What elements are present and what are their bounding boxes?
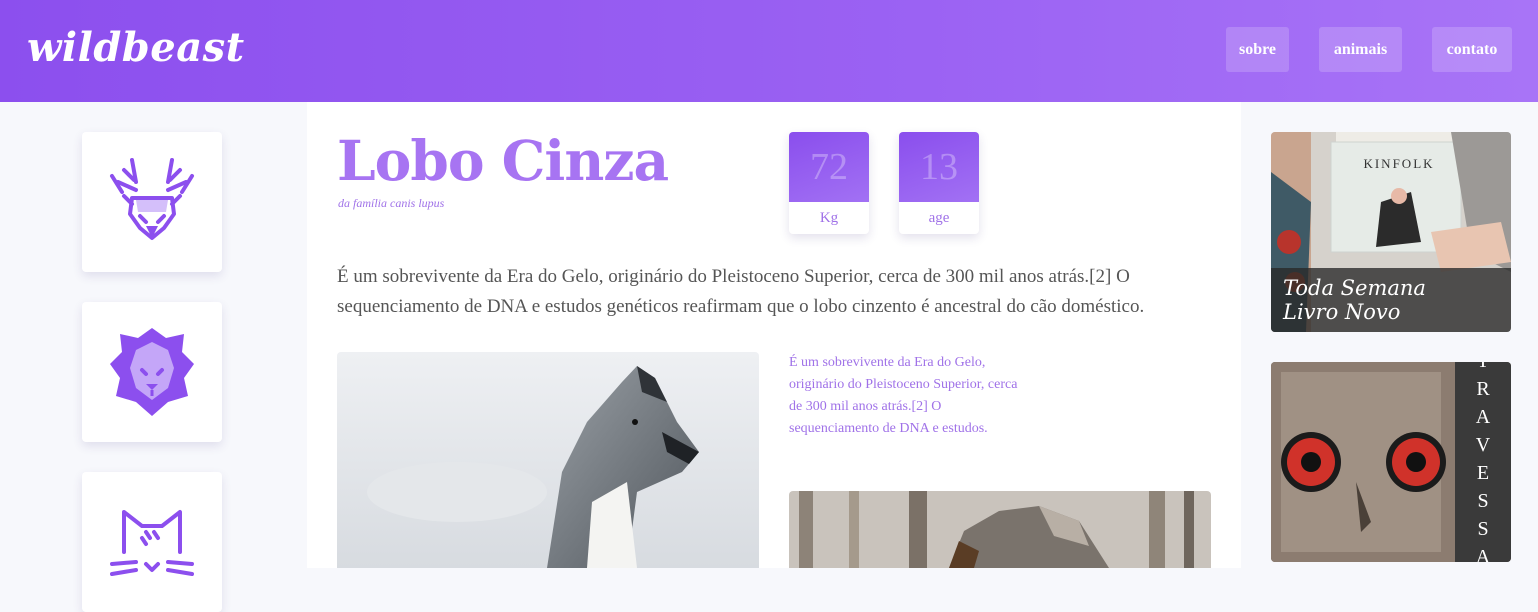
ad-caption-line1: Toda Semana xyxy=(1283,276,1426,300)
stat-weight: 72 Kg xyxy=(789,132,869,234)
ad-vertical-letters: TRAVESSA xyxy=(1472,362,1494,562)
ad-book-club[interactable]: KINFOLK Toda Semana Livro Novo xyxy=(1271,132,1511,332)
ad-brand-text: KINFOLK xyxy=(1363,156,1435,171)
stat-age: 13 age xyxy=(899,132,979,234)
ads-sidebar: KINFOLK Toda Semana Livro Novo TRAVESSA xyxy=(1241,102,1538,568)
animal-article: Lobo Cinza da família canis lupus 72 Kg … xyxy=(307,102,1241,568)
nav-contato[interactable]: contato xyxy=(1432,27,1512,72)
stat-weight-value: 72 xyxy=(789,132,869,202)
page-title: Lobo Cinza xyxy=(337,128,669,193)
wolf-forest-photo xyxy=(789,491,1211,568)
stat-age-label: age xyxy=(928,209,950,226)
wolf-howling-photo xyxy=(337,352,759,568)
animal-sidebar xyxy=(0,102,305,612)
sidebar-item-lion[interactable] xyxy=(82,302,222,442)
nav-sobre[interactable]: sobre xyxy=(1226,27,1289,72)
ad-caption-line2: Livro Novo xyxy=(1283,300,1401,324)
site-logo[interactable]: wildbeast xyxy=(27,24,245,71)
ad-caption: Toda Semana Livro Novo xyxy=(1271,268,1511,332)
cat-icon xyxy=(110,510,194,576)
page-subtitle: da família canis lupus xyxy=(338,196,445,210)
stat-weight-label: Kg xyxy=(819,209,839,226)
deer-icon xyxy=(110,158,194,240)
stat-age-value: 13 xyxy=(899,132,979,202)
site-header: wildbeast sobre animais contato xyxy=(0,0,1538,102)
sidebar-item-deer[interactable] xyxy=(82,132,222,272)
ad-travessa[interactable]: TRAVESSA xyxy=(1271,362,1511,562)
ad-vertical-text: TRAVESSA xyxy=(1455,362,1511,562)
sidebar-item-cat[interactable] xyxy=(82,472,222,612)
lion-icon xyxy=(110,328,194,416)
lead-paragraph: É um sobrevivente da Era do Gelo, origin… xyxy=(337,266,1145,317)
side-text: É um sobrevivente da Era do Gelo, origin… xyxy=(789,355,1018,436)
nav-animais[interactable]: animais xyxy=(1319,27,1402,72)
